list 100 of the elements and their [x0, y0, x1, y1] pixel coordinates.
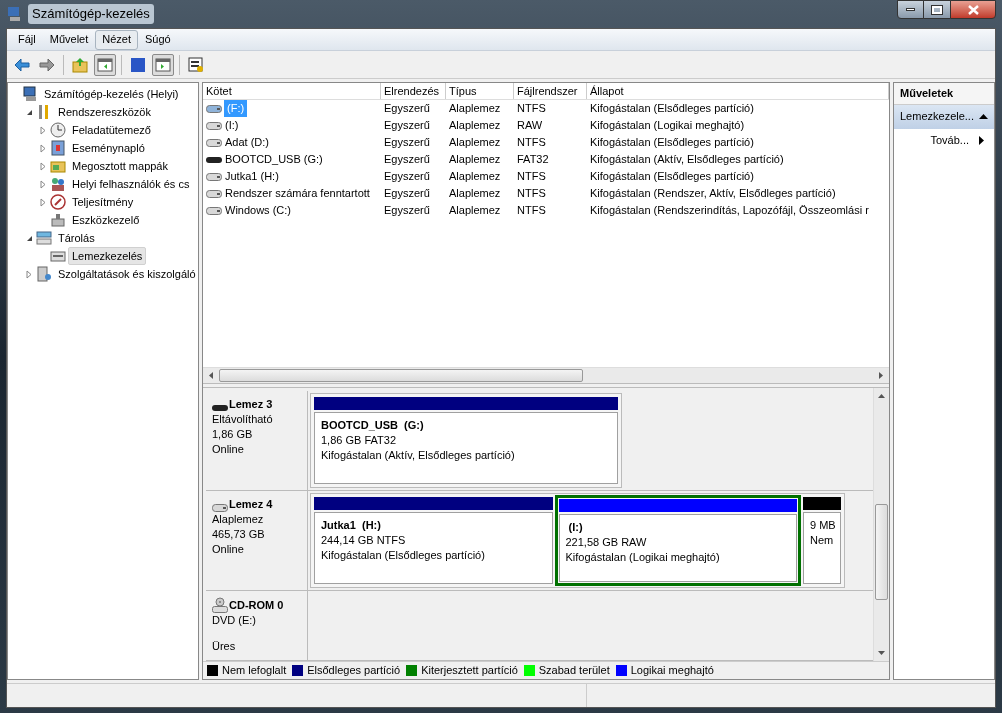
drive-icon [206, 155, 222, 164]
table-cell[interactable]: BOOTCD_USB (G:) [224, 151, 324, 168]
drive-icon [206, 104, 222, 113]
column-header[interactable]: Fájlrendszer [514, 83, 587, 99]
table-cell-text: RAW [517, 118, 543, 134]
table-cell-text: Kifogástalan (Rendszerindítás, Lapozófájl, Összeomlási r [590, 203, 869, 219]
tree-item[interactable]: Teljesítmény [68, 192, 138, 212]
table-cell-text: Kifogástalan (Rendszer, Aktív, Elsődleges partíció) [590, 186, 836, 202]
drive-icon [206, 172, 222, 181]
disk-name: Lemez 4 [229, 497, 273, 512]
table-cell-text: Egyszerű [384, 186, 430, 202]
collapse-arrow-icon[interactable] [25, 108, 33, 116]
minimize-button[interactable] [897, 0, 924, 19]
drive-icon [212, 504, 228, 512]
table-cell-text: FAT32 [517, 152, 549, 168]
tree-item[interactable]: Eszközkezelő [68, 210, 144, 230]
table-cell-text: Alaplemez [449, 186, 501, 202]
table-cell-text: NTFS [517, 135, 546, 151]
clock-icon [50, 122, 66, 138]
disk-type: Eltávolítható [212, 412, 274, 427]
collapse-arrow-icon [979, 114, 988, 119]
disk-status: Online [212, 442, 245, 457]
expand-arrow-icon[interactable] [40, 161, 46, 171]
scroll-left-icon[interactable] [209, 372, 213, 379]
drive-icon [206, 206, 222, 215]
scroll-down-icon[interactable] [878, 651, 885, 655]
tree-item[interactable]: Megosztott mappák [68, 156, 172, 176]
table-cell-text: Kifogástalan (Elsődleges partíció) [590, 101, 754, 117]
tree-item[interactable]: Helyi felhasználók és cs [68, 174, 194, 194]
gauge-icon [50, 194, 66, 210]
storage-icon [36, 230, 52, 246]
partition-name: Jutka1 (H:) [321, 518, 382, 533]
menu-item[interactable]: Művelet [42, 29, 96, 50]
expand-arrow-icon[interactable] [40, 179, 46, 189]
computer-icon [22, 86, 38, 102]
actions-title: Műveletek [894, 83, 994, 105]
legend-label: Kiterjesztett partíció [421, 663, 518, 679]
column-header[interactable]: Kötet [203, 83, 381, 99]
disk-name: Lemez 3 [229, 397, 273, 412]
expand-arrow-icon[interactable] [40, 197, 46, 207]
scroll-up-icon[interactable] [878, 394, 885, 398]
tree-button[interactable] [94, 53, 116, 76]
column-header[interactable]: Elrendezés [381, 83, 446, 99]
drive-icon [212, 404, 228, 412]
horizontal-scrollbar[interactable] [203, 367, 889, 383]
maximize-button[interactable] [924, 0, 950, 19]
table-cell[interactable]: Windows (C:) [224, 202, 292, 219]
services-icon [36, 266, 52, 282]
vertical-scrollbar[interactable] [873, 388, 889, 661]
partition-size: 221,58 GB RAW [565, 535, 648, 550]
action-link[interactable]: Továb... [894, 128, 994, 153]
table-cell[interactable]: (I:) [224, 117, 240, 134]
table-cell-text: Kifogástalan (Logikai meghajtó) [590, 118, 745, 134]
tree-item[interactable]: Rendszereszközök [54, 102, 155, 122]
partition-status: Kifogástalan (Aktív, Elsődleges partíció) [321, 448, 516, 463]
collapse-arrow-icon[interactable] [25, 234, 33, 242]
table-cell-text: Alaplemez [449, 101, 501, 117]
partition-status: Kifogástalan (Elsődleges partíció) [321, 548, 486, 563]
legend-label: Szabad terület [538, 663, 610, 679]
expand-arrow-icon[interactable] [40, 143, 46, 153]
disk-size: 465,73 GB [212, 527, 266, 542]
partition-block[interactable]: (I:) 221,58 GB RAW Kifogástalan (Logikai meghajtó) [554, 495, 801, 586]
disk-size: 1,86 GB [212, 427, 254, 442]
back-icon [14, 56, 30, 73]
up-icon [72, 56, 88, 73]
expand-arrow-icon[interactable] [40, 125, 46, 135]
table-cell-text: Kifogástalan (Aktív, Elsődleges partíció) [590, 152, 784, 168]
menu-item[interactable]: Nézet [95, 29, 138, 50]
submenu-arrow-icon [979, 136, 984, 145]
column-header[interactable]: Állapot [587, 83, 889, 99]
app-icon [6, 6, 22, 22]
partition-name: BOOTCD_USB (G:) [321, 418, 425, 433]
pane-button[interactable] [152, 53, 174, 76]
tree-item[interactable]: Számítógép-kezelés (Helyi) [40, 84, 183, 104]
partition-size: 244,14 GB NTFS [321, 533, 407, 548]
table-cell[interactable]: Adat (D:) [224, 134, 270, 151]
expand-arrow-icon[interactable] [26, 269, 32, 279]
table-cell[interactable]: Rendszer számára fenntartott [224, 185, 371, 202]
column-header[interactable]: Típus [446, 83, 514, 99]
disk-type: DVD (E:) [212, 613, 257, 628]
close-button[interactable] [950, 0, 996, 19]
partition-size: 9 MB [810, 518, 834, 533]
tree-item[interactable]: Eseménynapló [68, 138, 149, 158]
menu-item[interactable]: Súgó [138, 29, 178, 50]
window-title: Számítógép-kezelés [28, 4, 154, 24]
table-cell-text: Egyszerű [384, 135, 430, 151]
table-cell-text: Alaplemez [449, 203, 501, 219]
device-icon [50, 212, 66, 228]
table-cell[interactable]: Jutka1 (H:) [224, 168, 280, 185]
scroll-right-icon[interactable] [879, 372, 883, 379]
tree-item[interactable]: Lemezkezelés [68, 246, 147, 266]
tree-item[interactable]: Feladatütemező [68, 120, 155, 140]
pane-icon [155, 56, 171, 73]
forward-icon [39, 56, 55, 73]
tree-item[interactable]: Szolgáltatások és kiszolgáló [54, 264, 198, 284]
tree-item[interactable]: Tárolás [54, 228, 99, 248]
table-cell-text: Egyszerű [384, 203, 430, 219]
menu-item[interactable]: Fájl [11, 29, 43, 50]
actions-section-header[interactable]: Lemezkezele... [894, 104, 994, 129]
partition-status: Kifogástalan (Logikai meghajtó) [565, 550, 721, 565]
